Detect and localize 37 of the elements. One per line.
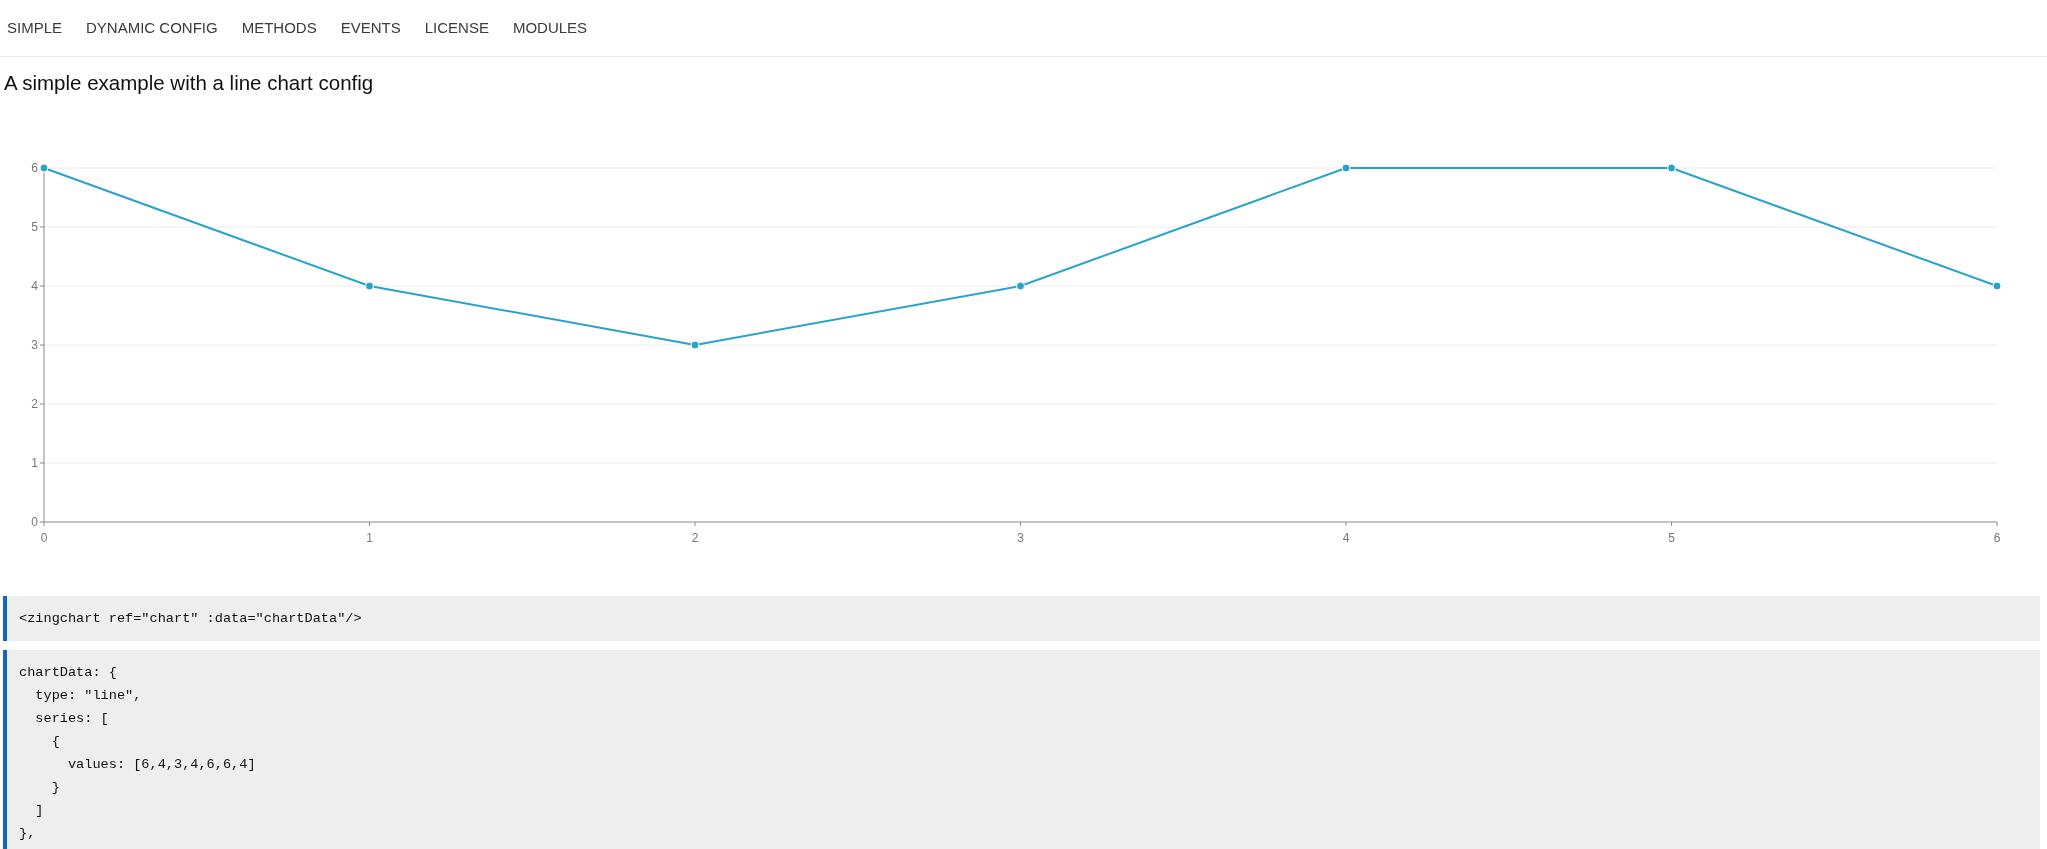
code-line: }, (19, 825, 36, 843)
code-line: <zingchart ref="chart" :data="chartData"/> (19, 610, 362, 628)
nav-link[interactable]: SIMPLE (7, 18, 63, 38)
data-point (690, 340, 700, 350)
y-tick-label: 5 (31, 220, 38, 235)
data-point (1667, 163, 1676, 173)
y-tick-label: 0 (31, 515, 38, 530)
code-line: series: [ (34, 710, 109, 728)
code-line: values: [6,4,3,4,6,6,4] (66, 756, 256, 774)
nav-link[interactable]: LICENSE (424, 18, 489, 38)
nav-link[interactable]: DYNAMIC CONFIG (86, 18, 218, 38)
code-line: type: "line", (34, 687, 142, 705)
y-tick-label: 6 (31, 161, 38, 176)
x-tick-label: 4 (1342, 531, 1350, 546)
x-tick-label: 3 (1017, 531, 1024, 546)
y-tick-label: 3 (31, 338, 38, 353)
data-point (1341, 163, 1351, 173)
y-tick-label: 4 (31, 279, 38, 294)
data-point (1016, 281, 1025, 291)
x-tick-label: 6 (1993, 531, 2001, 546)
y-tick-label: 1 (31, 456, 38, 471)
code-line: chartData: { (19, 664, 117, 682)
nav-link[interactable]: EVENTS (340, 18, 401, 38)
data-point (365, 281, 374, 291)
x-tick-label: 2 (691, 531, 699, 546)
page-heading: A simple example with a line chart config (4, 70, 374, 96)
code-line: { (50, 733, 60, 751)
code-line: } (50, 779, 60, 797)
nav-link[interactable]: MODULES (512, 18, 588, 38)
x-tick-label: 0 (40, 531, 48, 546)
nav-link[interactable]: METHODS (241, 18, 317, 38)
y-tick-label: 2 (31, 397, 38, 412)
code-line: ] (34, 802, 44, 820)
data-point (1992, 281, 2002, 291)
data-point (39, 163, 49, 173)
x-tick-label: 5 (1668, 531, 1675, 546)
x-tick-label: 1 (366, 531, 373, 546)
